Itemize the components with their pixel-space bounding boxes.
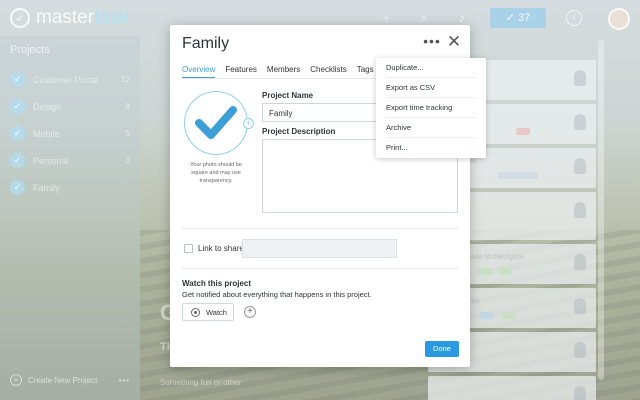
menu-item-export-csv[interactable]: Export as CSV bbox=[386, 78, 476, 98]
watch-button[interactable]: Watch bbox=[182, 303, 234, 321]
tab-members[interactable]: Members bbox=[267, 63, 300, 79]
watch-title: Watch this project bbox=[182, 279, 252, 288]
more-horizontal-icon[interactable]: ••• bbox=[422, 34, 442, 51]
link-to-share-label: Link to share bbox=[198, 244, 244, 253]
done-button[interactable]: Done bbox=[425, 341, 459, 357]
photo-note: Your photo should be square and may use … bbox=[190, 162, 242, 184]
eye-icon bbox=[191, 307, 200, 317]
tab-overview[interactable]: Overview bbox=[182, 63, 216, 79]
share-link-field[interactable] bbox=[242, 239, 397, 258]
dialog-tabs: Overview Features Members Checklists Tag… bbox=[182, 63, 384, 83]
dialog-title: Family bbox=[182, 35, 230, 52]
project-name-label: Project Name bbox=[262, 91, 314, 100]
tab-tags[interactable]: Tags bbox=[357, 63, 374, 79]
menu-item-archive[interactable]: Archive bbox=[386, 118, 476, 138]
watch-button-label: Watch bbox=[206, 307, 227, 317]
watch-description: Get notified about everything that happe… bbox=[182, 290, 372, 299]
divider bbox=[182, 268, 458, 269]
link-to-share-checkbox[interactable] bbox=[184, 244, 193, 253]
project-name-input[interactable]: Family bbox=[262, 103, 382, 122]
project-photo[interactable] bbox=[184, 91, 248, 155]
menu-item-duplicate[interactable]: Duplicate... bbox=[386, 58, 476, 78]
add-watcher-icon[interactable]: + bbox=[244, 306, 256, 318]
tab-features[interactable]: Features bbox=[225, 63, 257, 79]
menu-item-print[interactable]: Print... bbox=[386, 138, 476, 158]
tab-checklists[interactable]: Checklists bbox=[310, 63, 346, 79]
project-checkmark-icon bbox=[195, 106, 237, 139]
project-description-label: Project Description bbox=[262, 127, 336, 136]
project-actions-menu: Duplicate... Export as CSV Export time t… bbox=[376, 58, 486, 158]
add-photo-icon[interactable]: + bbox=[243, 118, 254, 129]
divider bbox=[182, 228, 458, 229]
menu-item-export-time-tracking[interactable]: Export time tracking bbox=[386, 98, 476, 118]
close-icon[interactable]: ✕ bbox=[445, 33, 463, 52]
